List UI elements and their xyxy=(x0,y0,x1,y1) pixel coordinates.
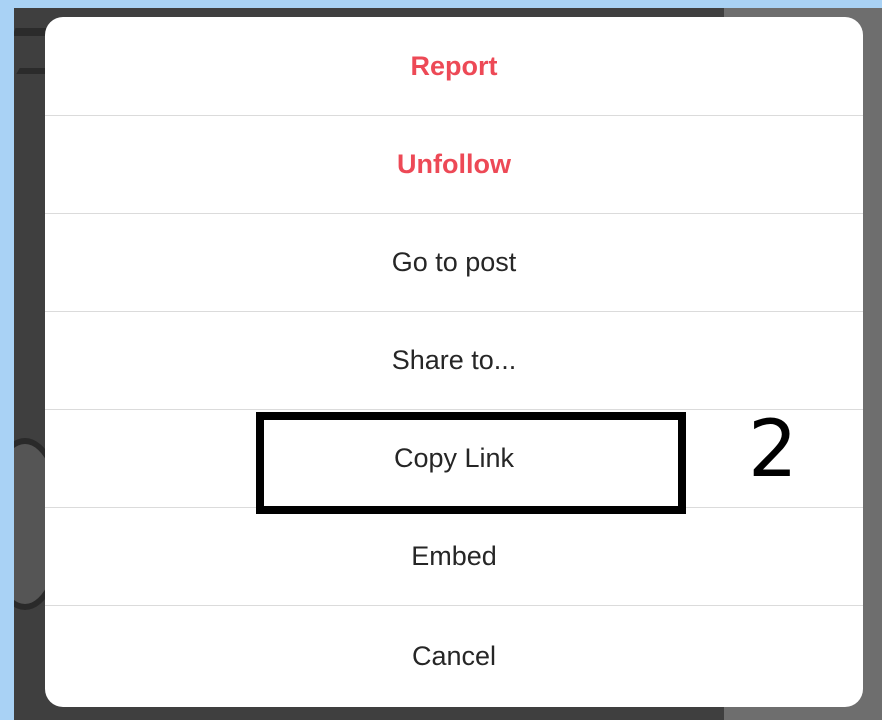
share-to-button[interactable]: Share to... xyxy=(45,311,863,409)
go-to-post-button[interactable]: Go to post xyxy=(45,213,863,311)
annotation-highlight-box xyxy=(256,412,686,514)
embed-button[interactable]: Embed xyxy=(45,507,863,605)
report-button[interactable]: Report xyxy=(45,17,863,115)
unfollow-button[interactable]: Unfollow xyxy=(45,115,863,213)
cancel-button[interactable]: Cancel xyxy=(45,605,863,707)
annotation-step-number: 2 xyxy=(748,405,798,495)
post-options-dialog: Report Unfollow Go to post Share to... C… xyxy=(45,17,863,707)
